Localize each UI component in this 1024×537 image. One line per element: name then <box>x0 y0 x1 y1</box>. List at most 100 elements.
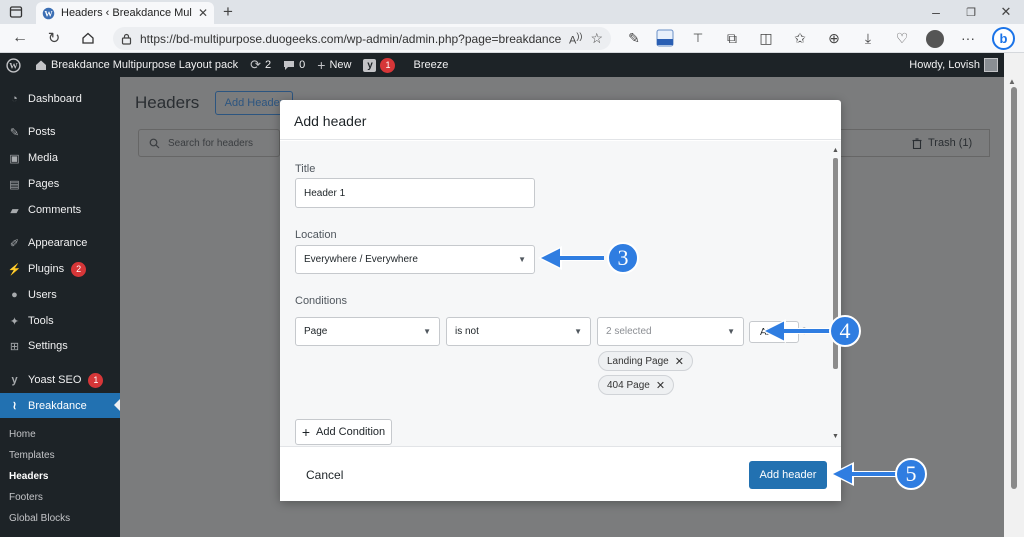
modal-body: Title Header 1 Location Everywhere / Eve… <box>280 141 841 446</box>
search-placeholder: Search for headers <box>168 137 254 149</box>
sidebar-item-yoast-seo[interactable]: y Yoast SEO 1 <box>0 368 120 392</box>
plugins-badge: 2 <box>71 261 87 277</box>
cancel-button[interactable]: Cancel <box>306 468 343 482</box>
page-scrollbar[interactable]: ▲ <box>1004 53 1024 537</box>
submenu-templates[interactable]: Templates <box>9 450 55 461</box>
trash-icon <box>912 137 922 149</box>
submenu-footers[interactable]: Footers <box>9 492 43 503</box>
chip-remove-icon[interactable]: ✕ <box>675 355 684 368</box>
condition-field-select[interactable]: Page ▼ <box>295 317 440 346</box>
yoast-badge: 1 <box>88 372 104 388</box>
lock-icon[interactable] <box>121 33 132 45</box>
title-input[interactable]: Header 1 <box>295 178 535 208</box>
downloads-icon[interactable]: ⤓ <box>858 28 878 48</box>
read-aloud-icon[interactable]: A)) <box>569 31 582 47</box>
sidebar-item-posts[interactable]: ✎ Posts <box>0 120 120 144</box>
scroll-up-icon[interactable]: ▲ <box>832 147 839 154</box>
tab-headers[interactable]: W Headers ‹ Breakdance Multipurp ✕ <box>36 2 214 24</box>
wrench-icon: ✦ <box>9 315 20 328</box>
sidebar-item-label: Yoast SEO <box>28 374 82 386</box>
search-input[interactable]: Search for headers <box>138 129 280 157</box>
close-tab-icon[interactable]: ✕ <box>198 6 208 20</box>
more-icon[interactable]: ··· <box>958 28 978 48</box>
site-name-link[interactable]: Breakdance Multipurpose Layout pack <box>27 53 244 77</box>
chip-landing-page: Landing Page ✕ <box>598 351 693 371</box>
back-icon[interactable]: ← <box>10 28 30 48</box>
breeze-link[interactable]: Breeze <box>401 53 454 77</box>
location-value: Everywhere / Everywhere <box>304 254 418 265</box>
modal-scrollbar[interactable]: ▲ ▼ <box>830 141 841 446</box>
submenu-global-blocks[interactable]: Global Blocks <box>9 513 70 524</box>
puzzle-extensions-icon[interactable]: ⧉ <box>722 28 742 48</box>
scroll-down-icon[interactable]: ▼ <box>832 433 839 440</box>
trash-label: Trash (1) <box>928 137 973 149</box>
url-text[interactable]: https://bd-multipurpose.duogeeks.com/wp-… <box>140 32 561 46</box>
split-screen-icon[interactable]: ◫ <box>756 28 776 48</box>
window-close-icon[interactable]: ✕ <box>996 2 1016 22</box>
new-tab-icon[interactable]: + <box>218 2 238 22</box>
translate-extension-icon[interactable]: ⊤ <box>688 28 708 48</box>
bing-copilot-icon[interactable]: b <box>992 27 1015 50</box>
scroll-thumb[interactable] <box>1011 87 1017 489</box>
sidebar-item-tools[interactable]: ✦ Tools <box>0 309 120 333</box>
settings-icon: ⊞ <box>9 340 20 353</box>
sidebar-item-pages[interactable]: ▤ Pages <box>0 172 120 196</box>
sidebar-item-label: Posts <box>28 126 56 138</box>
condition-values-select[interactable]: 2 selected ▼ <box>597 317 744 346</box>
sidebar-item-media[interactable]: ▣ Media <box>0 146 120 170</box>
pages-icon: ▤ <box>9 178 20 191</box>
new-label: New <box>329 59 352 71</box>
eyedropper-extension-icon[interactable]: ✎ <box>624 28 644 48</box>
add-condition-button[interactable]: + Add Condition <box>295 419 392 445</box>
breeze-label: Breeze <box>413 59 449 71</box>
updates-link[interactable]: ⟳ 2 <box>244 53 277 77</box>
wp-admin-bar: W Breakdance Multipurpose Layout pack ⟳ … <box>0 53 1004 77</box>
new-extension-icon[interactable] <box>655 28 675 48</box>
tab-actions-icon[interactable] <box>6 2 26 22</box>
sidebar-item-label: Settings <box>28 340 68 352</box>
media-icon: ▣ <box>9 152 20 165</box>
sidebar-item-comments[interactable]: ▰ Comments <box>0 198 120 222</box>
minimize-icon[interactable]: – <box>926 2 946 22</box>
condition-operator-select[interactable]: is not ▼ <box>446 317 591 346</box>
location-select[interactable]: Everywhere / Everywhere ▼ <box>295 245 535 274</box>
favorite-star-icon[interactable]: ☆ <box>590 30 603 47</box>
add-header-submit-button[interactable]: Add header <box>749 461 827 489</box>
annotation-number-3: 3 <box>607 242 639 274</box>
comments-link[interactable]: 0 <box>277 53 311 77</box>
yoast-adminbar-link[interactable]: y 1 <box>357 53 401 77</box>
sidebar-item-dashboard[interactable]: ◔ Dashboard <box>0 87 120 111</box>
sidebar-item-breakdance[interactable]: ≀ Breakdance <box>0 393 120 418</box>
sidebar-item-settings[interactable]: ⊞ Settings <box>0 334 120 358</box>
chevron-down-icon: ▼ <box>727 327 735 336</box>
my-account-link[interactable]: Howdy, Lovish <box>903 53 1004 77</box>
submenu-headers[interactable]: Headers <box>9 471 48 482</box>
sidebar-item-plugins[interactable]: ⚡ Plugins 2 <box>0 257 120 281</box>
house-icon <box>35 59 47 71</box>
favorites-icon[interactable]: ✩ <box>790 28 810 48</box>
submenu-home[interactable]: Home <box>9 429 36 440</box>
sidebar-item-users[interactable]: ● Users <box>0 283 120 307</box>
updates-icon: ⟳ <box>250 57 262 72</box>
annotation-arrow-4 <box>762 319 830 343</box>
restore-icon[interactable]: ❐ <box>961 2 981 22</box>
plug-icon: ⚡ <box>7 263 22 276</box>
browser-toolbar: ← ↻ https://bd-multipurpose.duogeeks.com… <box>0 24 1024 53</box>
brush-icon: ✐ <box>9 237 20 250</box>
annotation-arrow-5 <box>830 462 896 486</box>
sidebar-item-appearance[interactable]: ✐ Appearance <box>0 231 120 255</box>
address-bar[interactable]: https://bd-multipurpose.duogeeks.com/wp-… <box>113 27 611 50</box>
collections-icon[interactable]: ⊕ <box>824 28 844 48</box>
scroll-up-icon[interactable]: ▲ <box>1008 77 1016 86</box>
trash-filter[interactable]: Trash (1) <box>840 129 990 157</box>
home-icon[interactable] <box>78 28 98 48</box>
health-icon[interactable]: ♡ <box>892 28 912 48</box>
chip-remove-icon[interactable]: ✕ <box>656 379 665 392</box>
chevron-down-icon: ▼ <box>423 327 431 336</box>
refresh-icon[interactable]: ↻ <box>44 28 64 48</box>
new-content-link[interactable]: + New <box>311 53 357 77</box>
chip-label: 404 Page <box>607 379 650 391</box>
wordpress-logo-icon[interactable]: W <box>0 53 27 77</box>
sidebar-item-label: Breakdance <box>28 399 87 412</box>
profile-avatar[interactable] <box>926 30 944 48</box>
